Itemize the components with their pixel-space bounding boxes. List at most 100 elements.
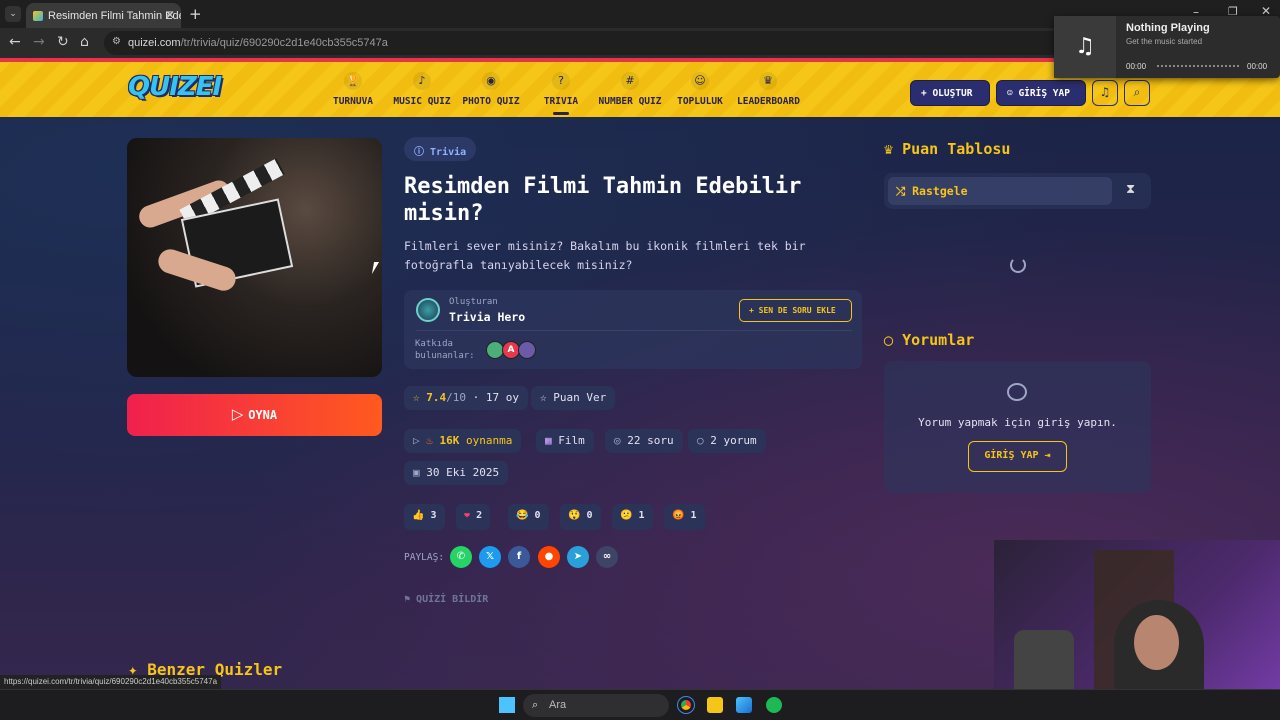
shuffle-icon: ⤮: [896, 184, 913, 198]
comment-count: 2 yorum: [710, 434, 757, 447]
nav-number-quiz[interactable]: # NUMBER QUIZ: [598, 72, 662, 107]
add-question-label: SEN DE SORU EKLE: [758, 306, 836, 315]
contributors-label: Katkıda bulunanlar:: [415, 339, 475, 361]
tab-list-button[interactable]: ⌄: [5, 6, 21, 22]
site-info-icon[interactable]: ⚙: [112, 36, 121, 47]
search-icon: ⌕: [532, 698, 539, 711]
wow-icon: 😲: [568, 510, 581, 521]
x-twitter-icon[interactable]: 𝕏: [479, 546, 501, 568]
rate-button[interactable]: ☆ Puan Ver: [531, 386, 616, 410]
play-label: OYNA: [248, 408, 278, 422]
star-outline-icon: ☆: [540, 391, 554, 404]
comments-login-button[interactable]: GİRİŞ YAP ⇥: [968, 441, 1067, 472]
media-progress-bar[interactable]: [1157, 65, 1239, 68]
user-icon: ☺: [1007, 88, 1019, 99]
notification-bell-icon[interactable]: ♫: [1092, 80, 1118, 106]
leaderboard-filter-select[interactable]: ⤮ Rastgele: [888, 177, 1112, 205]
media-subtitle: Get the music started: [1126, 37, 1203, 46]
creator-name[interactable]: Trivia Hero: [449, 310, 525, 324]
photos-icon[interactable]: [736, 697, 752, 713]
nav-turnuva[interactable]: 🏆 TURNUVA: [332, 72, 374, 107]
create-label: OLUŞTUR: [932, 88, 973, 99]
back-icon[interactable]: ←: [9, 34, 21, 50]
taskbar-search-input[interactable]: ⌕ Ara: [523, 694, 669, 717]
new-tab-button[interactable]: +: [189, 5, 202, 23]
plus-icon: +: [921, 88, 933, 99]
hourglass-icon[interactable]: ⧗: [1126, 182, 1135, 197]
tab-title: Resimden Filmi Tahmin Edebilir: [48, 10, 181, 22]
address-bar[interactable]: ⚙ quizei.com/tr/trivia/quiz/690290c2d1e4…: [104, 31, 1064, 55]
category-badge[interactable]: ⓘ Trivia: [404, 137, 477, 161]
reaction-angry[interactable]: 😡 1: [664, 504, 705, 530]
close-tab-icon[interactable]: ✕: [165, 8, 175, 22]
quiz-description: Filmleri sever misiniz? Bakalım bu ikoni…: [404, 239, 806, 272]
medal-icon: ♛: [759, 72, 777, 90]
spotify-icon[interactable]: [766, 697, 782, 713]
nav-label: LEADERBOARD: [737, 96, 800, 107]
search-icon[interactable]: ⌕: [1124, 80, 1150, 106]
telegram-icon[interactable]: ➤: [567, 546, 589, 568]
comments-title-text: Yorumlar: [902, 331, 975, 349]
plays-label: oynanma: [466, 434, 513, 447]
reaction-love[interactable]: ❤ 2: [456, 504, 491, 530]
chrome-icon[interactable]: [677, 696, 695, 714]
reaction-like[interactable]: 👍 3: [404, 504, 445, 530]
reaction-laugh[interactable]: 😂 0: [508, 504, 549, 530]
nav-photo-quiz[interactable]: ◉ PHOTO QUIZ: [462, 72, 520, 107]
contributor-avatar[interactable]: [518, 341, 536, 359]
nav-label: MUSIC QUIZ: [393, 96, 451, 107]
nav-leaderboard[interactable]: ♛ LEADERBOARD: [737, 72, 800, 107]
report-quiz-button[interactable]: ⚑ QUİZİ BİLDİR: [404, 594, 488, 605]
whatsapp-icon[interactable]: ✆: [450, 546, 472, 568]
nav-topluluk[interactable]: ☺ TOPLULUK: [676, 72, 724, 107]
media-time-end: 00:00: [1247, 62, 1268, 71]
leaderboard-title: ♛ Puan Tablosu: [884, 140, 1010, 158]
comments-login-label: GİRİŞ YAP: [984, 450, 1039, 461]
reload-icon[interactable]: ↻: [57, 34, 69, 50]
film-icon: ▦: [545, 434, 559, 447]
file-explorer-icon[interactable]: [707, 697, 723, 713]
taskbar: ⌕ Ara: [0, 689, 1280, 720]
browser-tab[interactable]: Resimden Filmi Tahmin Edebilir ✕: [26, 3, 181, 28]
report-label: QUİZİ BİLDİR: [416, 594, 489, 605]
rate-label: Puan Ver: [553, 391, 607, 404]
comments-card: Yorum yapmak için giriş yapın. GİRİŞ YAP…: [884, 361, 1151, 493]
home-icon[interactable]: ⌂: [80, 34, 89, 50]
vote-count: · 17 oy: [472, 391, 519, 404]
forward-icon[interactable]: →: [33, 34, 45, 50]
nav-music-quiz[interactable]: ♪ MUSIC QUIZ: [393, 72, 451, 107]
question-count: 22 soru: [627, 434, 674, 447]
facebook-icon[interactable]: f: [508, 546, 530, 568]
windows-start-icon[interactable]: [499, 697, 515, 713]
genre-chip[interactable]: ▦ Film: [536, 429, 594, 453]
creator-caption: Oluşturan: [449, 297, 498, 307]
create-button[interactable]: + OLUŞTUR: [910, 80, 990, 106]
leaderboard-title-text: Puan Tablosu: [902, 140, 1011, 158]
comment-count-chip[interactable]: ○ 2 yorum: [688, 429, 766, 453]
rating-chip: ☆ 7.4/10 · 17 oy: [404, 386, 528, 410]
fire-icon: ♨: [426, 434, 440, 447]
reaction-confused[interactable]: 😕 1: [612, 504, 653, 530]
comment-bubble-icon: ◯: [884, 331, 903, 349]
nav-label: TURNUVA: [332, 96, 374, 107]
reddit-icon[interactable]: ●: [538, 546, 560, 568]
comments-title: ◯ Yorumlar: [884, 331, 974, 349]
add-question-button[interactable]: + SEN DE SORU EKLE: [739, 299, 852, 322]
site-logo[interactable]: QUIZEI: [128, 72, 222, 102]
question-count-chip: ◎ 22 soru: [605, 429, 683, 453]
trophy-icon: 🏆: [344, 72, 362, 90]
divider: [416, 330, 852, 331]
users-icon: ☺: [691, 72, 709, 90]
reaction-wow[interactable]: 😲 0: [560, 504, 601, 530]
music-note-icon: ♫: [1054, 16, 1116, 78]
play-button[interactable]: ▷ OYNA: [127, 394, 382, 436]
plays-chip: ▷ ♨ 16K oynanma: [404, 429, 522, 453]
login-button[interactable]: ☺ GİRİŞ YAP: [996, 80, 1086, 106]
share-label: PAYLAŞ:: [404, 552, 445, 563]
login-label: GİRİŞ YAP: [1018, 88, 1070, 99]
link-preview-status: https://quizei.com/tr/trivia/quiz/690290…: [0, 675, 222, 689]
nav-trivia[interactable]: ? TRIVIA: [542, 72, 580, 115]
creator-avatar[interactable]: [416, 298, 440, 322]
calendar-icon: ▣: [413, 466, 427, 479]
copy-link-icon[interactable]: ∞: [596, 546, 618, 568]
